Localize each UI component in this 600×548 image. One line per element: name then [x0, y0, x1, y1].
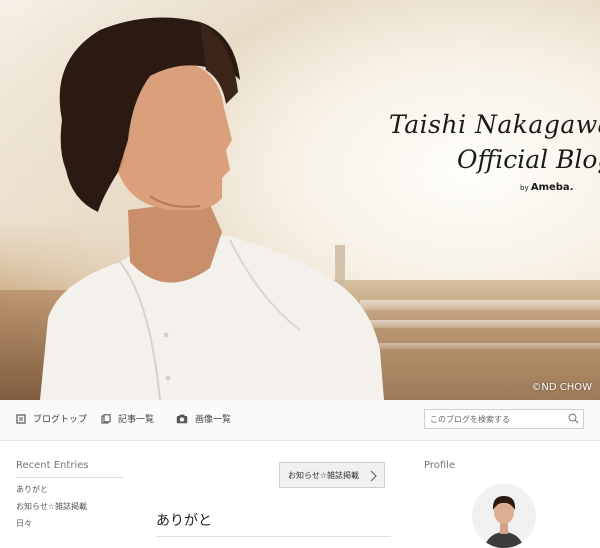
ameba-logo: Ameba. — [530, 182, 574, 193]
avatar-photo — [472, 484, 536, 548]
notice-button[interactable]: お知らせ☆雑誌掲載 — [279, 462, 385, 488]
nav-label: ブログトップ — [33, 415, 88, 425]
nav-label: 画像一覧 — [195, 415, 232, 425]
chevron-right-icon — [370, 470, 377, 482]
notice-label: お知らせ☆雑誌掲載 — [288, 470, 360, 480]
recent-entry-link[interactable]: お知らせ☆雑誌掲載 — [16, 501, 124, 512]
recent-entry-link[interactable]: 日々 — [16, 518, 124, 529]
brand-name: Taishi Nakagawa — [389, 110, 600, 139]
search-icon[interactable] — [568, 413, 579, 424]
brand-subtitle: Official Blog — [457, 145, 600, 174]
home-icon — [16, 413, 26, 424]
recent-entries-panel: Recent Entries ありがと お知らせ☆雑誌掲載 日々 — [16, 460, 124, 529]
blog-search-box — [424, 409, 584, 429]
header-banner[interactable]: Taishi Nakagawa Official Blog by Ameba. … — [0, 0, 600, 400]
nav-image-list[interactable]: 画像一覧 — [176, 412, 231, 425]
search-input[interactable] — [425, 410, 570, 428]
blog-nav-bar: ブログトップ 記事一覧 画像一覧 — [0, 400, 600, 441]
recent-entries-title: Recent Entries — [16, 460, 124, 478]
blog-brand-logo[interactable]: Taishi Nakagawa Official Blog by Ameba. — [385, 110, 600, 200]
header-portrait-photo — [40, 17, 384, 400]
profile-title: Profile — [424, 460, 456, 471]
list-icon — [101, 413, 111, 424]
nav-blog-top[interactable]: ブログトップ — [16, 412, 87, 425]
post-title[interactable]: ありがと — [156, 510, 212, 530]
recent-entry-link[interactable]: ありがと — [16, 484, 124, 495]
camera-icon — [176, 414, 188, 423]
brand-provider: by Ameba. — [520, 182, 574, 193]
nav-label: 記事一覧 — [118, 415, 155, 425]
post-title-divider — [156, 536, 391, 537]
photo-credit: ©ND CHOW — [531, 382, 592, 393]
nav-article-list[interactable]: 記事一覧 — [101, 412, 154, 425]
profile-avatar[interactable] — [472, 484, 536, 548]
